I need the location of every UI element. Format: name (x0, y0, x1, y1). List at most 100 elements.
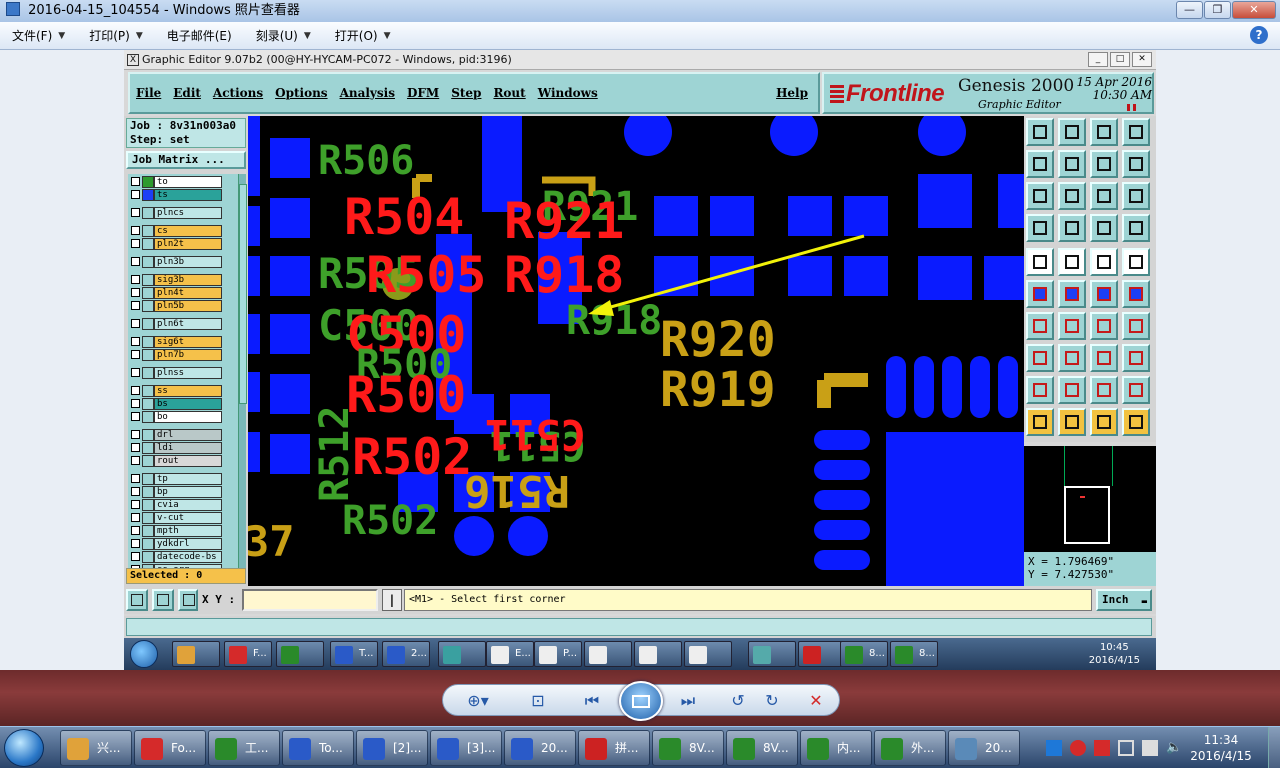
layer-color-swatch[interactable] (142, 176, 154, 188)
measure-button[interactable] (152, 589, 174, 611)
layer-color-swatch[interactable] (142, 398, 154, 410)
layer-color-swatch[interactable] (142, 238, 154, 250)
layer-checkbox[interactable] (131, 190, 140, 199)
tool-button[interactable] (1090, 280, 1118, 308)
volume-icon[interactable]: 🔈 (1166, 740, 1182, 756)
layer-row[interactable]: pln2t (128, 238, 240, 250)
layer-name[interactable]: bo (154, 411, 222, 423)
menu-email[interactable]: 电子邮件(E) (155, 27, 244, 44)
tool-button[interactable] (1090, 312, 1118, 340)
layer-checkbox[interactable] (131, 386, 140, 395)
layer-checkbox[interactable] (131, 539, 140, 548)
layer-color-swatch[interactable] (142, 274, 154, 286)
tool-button[interactable] (1026, 182, 1054, 210)
tool-button[interactable] (1090, 376, 1118, 404)
tool-button[interactable] (1058, 118, 1086, 146)
layer-row[interactable]: ts (128, 189, 240, 201)
close-button[interactable]: ✕ (1232, 1, 1276, 19)
grid-button[interactable] (178, 589, 198, 611)
layer-color-swatch[interactable] (142, 318, 154, 330)
layer-name[interactable]: rout (154, 455, 222, 467)
layer-row[interactable]: cvia (128, 499, 240, 511)
tool-button[interactable] (1026, 312, 1054, 340)
layer-color-swatch[interactable] (142, 336, 154, 348)
tool-button[interactable] (1058, 214, 1086, 242)
layer-checkbox[interactable] (131, 177, 140, 186)
layer-name[interactable]: sig3b (154, 274, 222, 286)
layer-name[interactable]: pln4t (154, 287, 222, 299)
layer-name[interactable]: cs (154, 225, 222, 237)
taskbar-button[interactable]: To... (282, 730, 354, 766)
tool-button[interactable] (1058, 344, 1086, 372)
layer-checkbox[interactable] (131, 456, 140, 465)
slideshow-icon[interactable] (619, 681, 663, 721)
layer-row[interactable]: bs (128, 398, 240, 410)
layer-color-swatch[interactable] (142, 538, 154, 550)
layer-color-swatch[interactable] (142, 525, 154, 537)
unit-select[interactable]: Inch ▬ (1096, 589, 1152, 611)
tool-button[interactable] (1058, 248, 1086, 276)
layer-color-swatch[interactable] (142, 189, 154, 201)
taskbar-button[interactable]: 拼... (578, 730, 650, 766)
tool-button[interactable] (1122, 150, 1150, 178)
layer-row[interactable]: to (128, 176, 240, 188)
taskbar-button[interactable]: 8V... (726, 730, 798, 766)
scrollbar-thumb[interactable] (239, 184, 247, 404)
layer-row[interactable]: rout (128, 455, 240, 467)
tool-button[interactable] (1026, 376, 1054, 404)
graphic-canvas[interactable]: R506 R504 R921 R921 R505 R505 R918 R918 … (248, 116, 1024, 586)
show-desktop-button[interactable] (1268, 727, 1280, 768)
editor-close-button[interactable]: ✕ (1132, 52, 1152, 67)
layer-name[interactable]: cvia (154, 499, 222, 511)
layer-row[interactable]: pln4t (128, 287, 240, 299)
layer-name[interactable]: to (154, 176, 222, 188)
layer-name[interactable]: pln6t (154, 318, 222, 330)
tool-button[interactable] (1026, 408, 1054, 436)
editor-menu-options[interactable]: Options (269, 86, 333, 100)
layer-checkbox[interactable] (131, 552, 140, 561)
network-app-icon[interactable] (1046, 740, 1062, 756)
tool-button[interactable] (1058, 376, 1086, 404)
tool-button[interactable] (1026, 248, 1054, 276)
layer-color-swatch[interactable] (142, 455, 154, 467)
tool-button[interactable] (1026, 214, 1054, 242)
menu-print[interactable]: 打印(P) ▼ (77, 27, 155, 44)
tool-button[interactable] (1122, 182, 1150, 210)
maximize-button[interactable]: ❐ (1204, 1, 1231, 19)
start-button[interactable] (4, 729, 44, 767)
tool-button[interactable] (1026, 150, 1054, 178)
layer-row[interactable]: tp (128, 473, 240, 485)
layer-checkbox[interactable] (131, 301, 140, 310)
layer-name[interactable]: ss (154, 385, 222, 397)
layer-row[interactable]: pln6t (128, 318, 240, 330)
minimize-button[interactable]: — (1176, 1, 1203, 19)
taskbar-button[interactable]: 工... (208, 730, 280, 766)
layer-name[interactable]: pln7b (154, 349, 222, 361)
editor-menu-actions[interactable]: Actions (207, 86, 269, 100)
tool-button[interactable] (1090, 118, 1118, 146)
tool-button[interactable] (1122, 214, 1150, 242)
delete-icon[interactable]: ✕ (803, 689, 829, 713)
layer-name[interactable]: bp (154, 486, 222, 498)
rotate-ccw-icon[interactable]: ↺ (725, 689, 751, 713)
layer-color-swatch[interactable] (142, 300, 154, 312)
tool-button[interactable] (1026, 344, 1054, 372)
editor-menu-analysis[interactable]: Analysis (334, 86, 401, 100)
layer-name[interactable]: drl (154, 429, 222, 441)
taskbar-button[interactable]: Fo... (134, 730, 206, 766)
tool-button[interactable] (1090, 408, 1118, 436)
editor-menu-step[interactable]: Step (445, 86, 487, 100)
flag-icon[interactable] (1142, 740, 1158, 756)
layer-row[interactable]: plnss (128, 367, 240, 379)
layer-name[interactable]: pln2t (154, 238, 222, 250)
layer-name[interactable]: datecode-bs (154, 551, 222, 563)
editor-minimize-button[interactable]: _ (1088, 52, 1108, 67)
layer-checkbox[interactable] (131, 288, 140, 297)
layer-color-swatch[interactable] (142, 512, 154, 524)
editor-menu-file[interactable]: File (130, 86, 167, 100)
tool-button[interactable] (1122, 118, 1150, 146)
layer-color-swatch[interactable] (142, 411, 154, 423)
layer-checkbox[interactable] (131, 513, 140, 522)
layer-color-swatch[interactable] (142, 349, 154, 361)
layer-row[interactable]: mpth (128, 525, 240, 537)
